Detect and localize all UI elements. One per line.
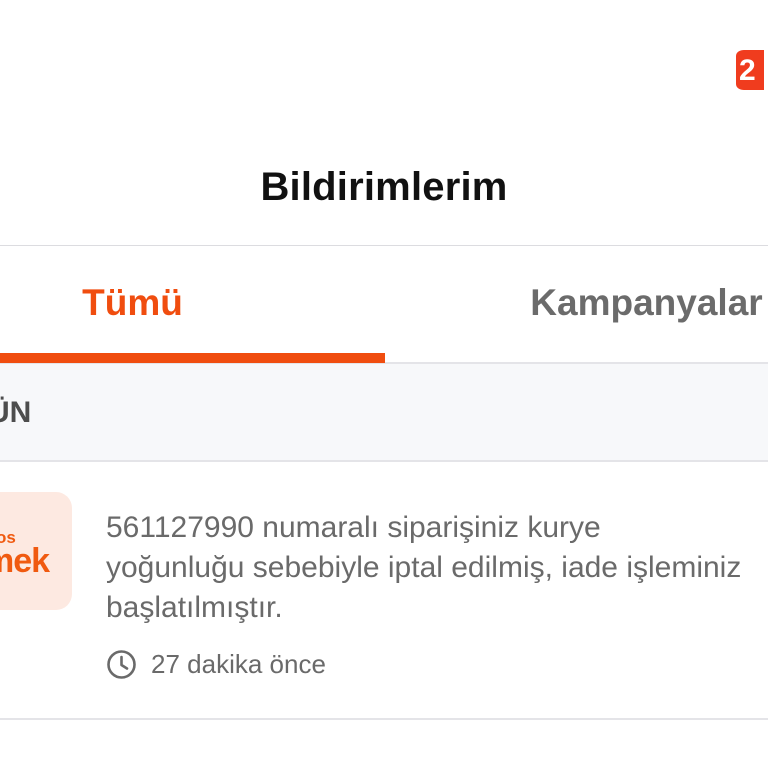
section-label: ÜN — [0, 396, 32, 429]
notification-message: 561127990 numaralı siparişiniz kurye yoğ… — [106, 511, 742, 624]
section-header: ÜN — [0, 364, 768, 462]
page-title: Bildirimlerim — [260, 164, 508, 209]
tab-bar: Tümü Kampanyalar — [0, 246, 768, 364]
notification-badge-icon[interactable]: 2 — [734, 50, 768, 90]
tab-all-label: Tümü — [82, 282, 183, 323]
active-tab-indicator — [0, 353, 385, 363]
tab-all[interactable]: Tümü — [0, 246, 385, 364]
tab-campaigns[interactable]: Kampanyalar — [385, 246, 768, 364]
notifications-screen: 2 Bildirimlerim Tümü Kampanyalar ÜN os m… — [0, 0, 768, 768]
notification-item[interactable]: os mek 561127990 numaralı siparişiniz ku… — [0, 462, 768, 718]
tab-campaigns-label: Kampanyalar — [530, 282, 763, 323]
logo-text-big: mek — [0, 542, 50, 580]
clock-icon — [106, 649, 137, 680]
notification-divider — [0, 718, 768, 720]
notification-time: 27 dakika önce — [151, 648, 326, 679]
notification-time-row: 27 dakika önce — [106, 648, 326, 680]
merchant-logo: os mek — [0, 492, 72, 610]
header: Bildirimlerim — [0, 140, 768, 244]
svg-text:2: 2 — [739, 54, 756, 87]
